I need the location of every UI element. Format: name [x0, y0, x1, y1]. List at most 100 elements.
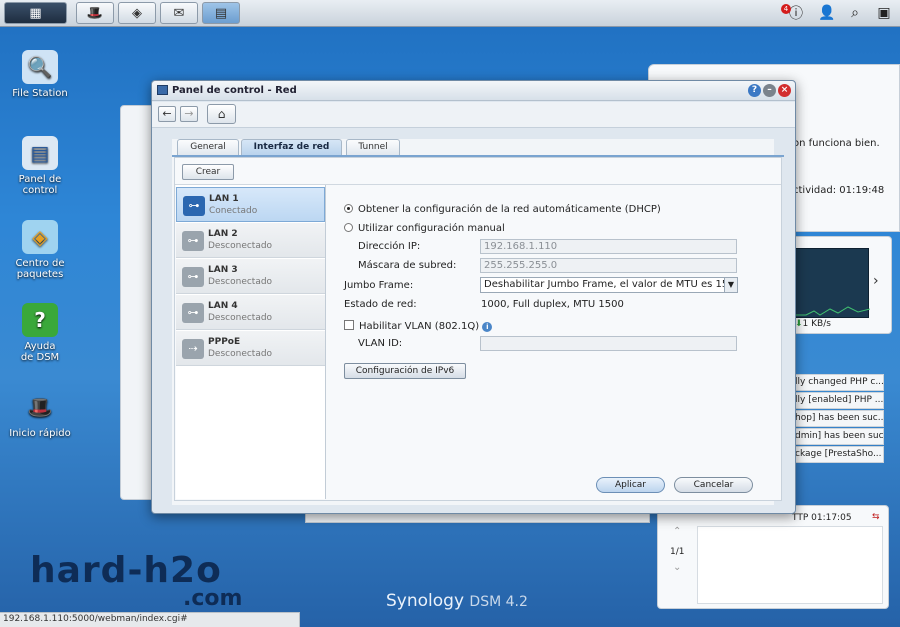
desktop-icon-quick-start[interactable]: 🎩 Inicio rápido: [0, 390, 80, 440]
desktop-icon-control-panel[interactable]: ▤ Panel de control: [0, 136, 80, 196]
back-button[interactable]: ←: [158, 106, 176, 122]
window-title: Panel de control - Red: [172, 85, 297, 96]
minimize-icon[interactable]: –: [763, 84, 776, 97]
create-button[interactable]: Crear: [182, 164, 234, 180]
pager: 1/1: [670, 547, 685, 557]
tab-general[interactable]: General: [177, 139, 239, 155]
desktop-icon-package-center[interactable]: ◈ Centro de paquetes: [0, 220, 80, 280]
desktop-icon-file-station[interactable]: 🔍 File Station: [0, 50, 80, 99]
network-port-icon: ⊶: [182, 267, 204, 287]
connections-widget: TTP 01:17:05 ⇆ ⌃ 1/1 ⌄: [657, 505, 889, 609]
jumbo-frame-label: Jumbo Frame:: [344, 280, 414, 291]
subnet-mask-label: Máscara de subred:: [358, 260, 457, 271]
health-text: on funciona bien.: [793, 138, 880, 149]
manual-label: Utilizar configuración manual: [358, 223, 505, 234]
interface-item-lan4[interactable]: ⊶ LAN 4 Desconectado: [176, 295, 325, 330]
chevron-down-icon: ▼: [724, 278, 737, 292]
vlan-id-label: VLAN ID:: [358, 338, 403, 349]
tab-network-interface[interactable]: Interfaz de red: [241, 139, 342, 156]
help-book-icon: ?: [22, 303, 58, 337]
file-taskbar-button[interactable]: ✉: [160, 2, 198, 24]
uptime-text: ctividad: 01:19:48: [793, 185, 885, 196]
network-status-value: 1000, Full duplex, MTU 1500: [481, 299, 624, 310]
tab-tunnel[interactable]: Tunnel: [346, 139, 400, 155]
watermark-site-line1: hard-h2o: [30, 550, 222, 591]
interface-item-lan3[interactable]: ⊶ LAN 3 Desconectado: [176, 259, 325, 294]
traffic-rate: ⬇1 KB/s: [795, 319, 831, 329]
main-menu-button[interactable]: ▦: [4, 2, 67, 24]
user-icon[interactable]: 👤: [815, 3, 839, 23]
subnet-mask-field[interactable]: 255.255.255.0: [480, 258, 737, 273]
interface-settings-form: Obtener la configuración de la red autom…: [330, 185, 780, 499]
interface-status: Desconectado: [208, 277, 273, 287]
interface-name: LAN 1: [209, 194, 239, 204]
vlan-id-field[interactable]: [480, 336, 737, 351]
interface-item-lan2[interactable]: ⊶ LAN 2 Desconectado: [176, 223, 325, 258]
connection-icon: ⇆: [872, 512, 880, 522]
desktop-icon-label: Inicio rápido: [9, 428, 71, 439]
desktop-icon-label: Ayuda de DSM: [20, 341, 60, 363]
desktop-icon-dsm-help[interactable]: ? Ayuda de DSM: [0, 303, 80, 363]
network-status-label: Estado de red:: [344, 299, 417, 310]
taskbar: ▦ 🎩 ◈ ✉ ▤ ⓘ 4 👤 ⌕ ▣: [0, 0, 900, 27]
folder-search-icon: 🔍: [22, 50, 58, 84]
log-line: hop] has been suc...: [794, 410, 884, 427]
quick-start-taskbar-button[interactable]: 🎩: [76, 2, 114, 24]
vlan-option[interactable]: Habilitar VLAN (802.1Q) i: [344, 320, 493, 332]
help-icon[interactable]: ?: [748, 84, 761, 97]
cancel-button[interactable]: Cancelar: [674, 477, 753, 493]
package-center-taskbar-button[interactable]: ◈: [118, 2, 156, 24]
interface-item-lan1[interactable]: ⊶ LAN 1 Conectado: [176, 187, 325, 222]
interface-list: ⊶ LAN 1 Conectado ⊶ LAN 2 Desconectado ⊶…: [176, 185, 326, 499]
dhcp-radio[interactable]: [344, 204, 353, 213]
interface-name: LAN 4: [208, 301, 238, 311]
interface-name: LAN 3: [208, 265, 238, 275]
traffic-graph: [795, 248, 871, 318]
browser-status-bar: 192.168.1.110:5000/webman/index.cgi#: [0, 612, 300, 627]
log-line: lly [enabled] PHP ...: [794, 392, 884, 409]
window-content: General Interfaz de red Tunnel Crear ⊶ L…: [172, 139, 784, 505]
synology-logo: Synology DSM 4.2: [386, 591, 528, 611]
desktop-icon-label: Centro de paquetes: [15, 258, 65, 280]
network-port-icon: ⊶: [183, 196, 205, 216]
network-interface-panel: Crear ⊶ LAN 1 Conectado ⊶ LAN 2 Desconec…: [174, 157, 782, 501]
vlan-checkbox[interactable]: [344, 320, 354, 330]
page-up-icon[interactable]: ⌃: [673, 526, 681, 537]
close-icon[interactable]: ×: [778, 84, 791, 97]
package-icon: ◈: [22, 220, 58, 254]
connection-time: TTP 01:17:05: [792, 513, 852, 523]
control-panel-window: Panel de control - Red ? – × ← → ⌂ Gener…: [151, 80, 796, 514]
desktop-icon-label: File Station: [12, 88, 68, 99]
traffic-graph-line: [796, 306, 871, 316]
interface-status: Desconectado: [208, 349, 273, 359]
widgets-icon[interactable]: ▣: [872, 3, 896, 23]
dhcp-option[interactable]: Obtener la configuración de la red autom…: [344, 204, 661, 215]
info-icon[interactable]: i: [482, 322, 493, 332]
control-panel-icon: ▤: [22, 136, 58, 170]
network-port-icon: ⊶: [182, 303, 204, 323]
log-line: dmin] has been suc...: [794, 428, 884, 445]
next-arrow-icon[interactable]: ›: [873, 273, 879, 289]
desktop-icon-label: Panel de control: [18, 174, 62, 196]
window-title-bar[interactable]: Panel de control - Red ? – ×: [152, 81, 795, 101]
page-down-icon[interactable]: ⌄: [673, 562, 681, 573]
interface-name: LAN 2: [208, 229, 238, 239]
jumbo-frame-select[interactable]: Deshabilitar Jumbo Frame, el valor de MT…: [480, 277, 738, 293]
notification-badge: 4: [781, 4, 791, 14]
control-panel-icon: [157, 85, 168, 95]
manual-option[interactable]: Utilizar configuración manual: [344, 223, 505, 234]
magic-hat-icon: 🎩: [27, 394, 53, 419]
dhcp-label: Obtener la configuración de la red autom…: [358, 204, 661, 215]
control-panel-taskbar-button[interactable]: ▤: [202, 2, 240, 24]
manual-radio[interactable]: [344, 223, 353, 232]
search-icon[interactable]: ⌕: [843, 3, 867, 23]
ip-field[interactable]: 192.168.1.110: [480, 239, 737, 254]
home-button[interactable]: ⌂: [207, 104, 236, 124]
ipv6-settings-button[interactable]: Configuración de IPv6: [344, 363, 466, 379]
interface-item-pppoe[interactable]: ⇢ PPPoE Desconectado: [176, 331, 325, 366]
apply-button[interactable]: Aplicar: [596, 477, 665, 493]
network-port-icon: ⊶: [182, 231, 204, 251]
log-line: ckage [PrestaSho...: [794, 446, 884, 463]
forward-button[interactable]: →: [180, 106, 198, 122]
interface-status: Desconectado: [208, 313, 273, 323]
